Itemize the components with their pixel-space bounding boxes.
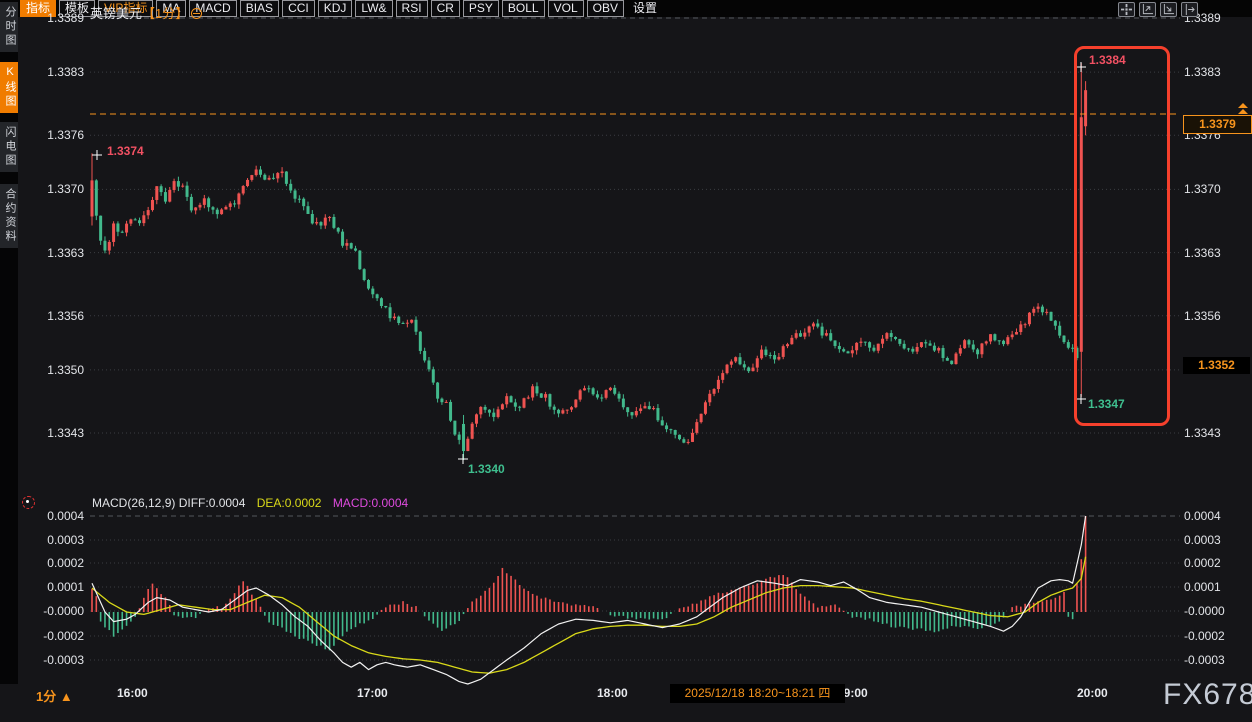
sidebar-tab-2[interactable]: K线图 [0,62,18,113]
candlestick-chart[interactable] [0,0,1252,722]
pair-name: 英镑美元 [90,6,142,21]
indicator-target-icon[interactable] [22,496,35,509]
left-sidebar: 分时图 K线图闪电图合约资料 [0,0,18,684]
macd-dea-label: DEA:0.0002 [257,496,322,510]
watermark: FX678 [1163,678,1252,712]
chart-title: 英镑美元【1分】 [90,3,202,22]
annotation-spike-high: 1.3384 [1089,53,1126,67]
sidebar-tab-3[interactable]: 闪电图 [0,122,18,172]
macd-macd-label: MACD:0.0004 [333,496,408,510]
time-range-tooltip: 2025/12/18 18:20~18:21 四 [670,684,845,703]
highlight-box [1074,46,1170,426]
interval-indicator[interactable]: 1分 ▲ [36,686,73,705]
last-price-badge: 1.3352 [1183,357,1250,374]
interval-label: 【1分】 [142,6,188,21]
alert-price-badge: 1.3379 [1183,115,1252,134]
annotation-spike-low: 1.3347 [1088,397,1125,411]
settings-icon[interactable] [191,8,202,19]
fit-y-axis-icon[interactable] [1160,2,1177,17]
fit-x-axis-icon[interactable] [1139,2,1156,17]
move-icon[interactable] [1118,2,1135,17]
app-root: { "window": {"pair_title": "英镑美元", "inte… [0,0,1252,722]
sidebar-tab-4[interactable]: 合约资料 [0,184,18,248]
annotation-session-low: 1.3340 [468,462,505,476]
chart-toolbar [1118,2,1198,17]
collapse-panel-icon[interactable] [1181,2,1198,17]
macd-header: MACD(26,12,9) DIFF:0.0004 DEA:0.0002 MAC… [92,496,408,510]
sidebar-tab-1[interactable]: 分时图 [0,2,18,52]
macd-main-label: MACD(26,12,9) DIFF:0.0004 [92,496,245,510]
annotation-first-high: 1.3374 [107,144,144,158]
